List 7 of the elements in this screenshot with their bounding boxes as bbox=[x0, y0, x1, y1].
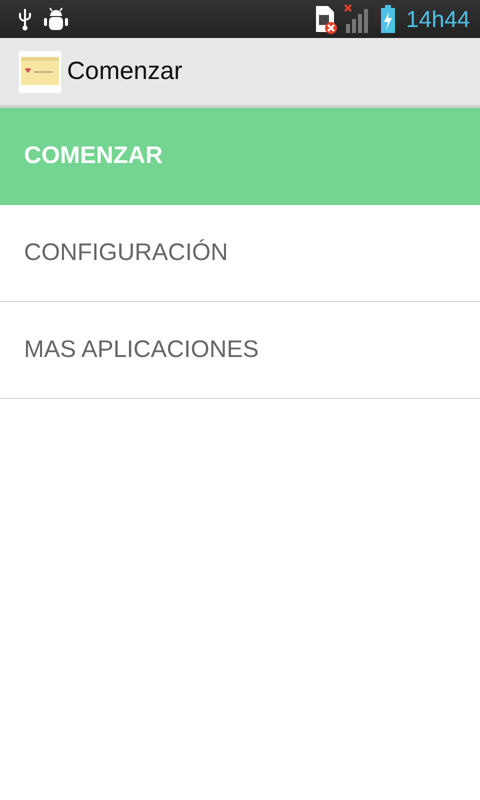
bug-icon bbox=[42, 6, 70, 32]
battery-charging-icon bbox=[380, 4, 396, 34]
usb-icon bbox=[18, 7, 32, 31]
clock-time: 14h44 bbox=[406, 6, 470, 32]
sim-card-icon bbox=[314, 4, 338, 34]
app-icon[interactable] bbox=[19, 50, 61, 92]
screen-title: Comenzar bbox=[67, 57, 182, 86]
